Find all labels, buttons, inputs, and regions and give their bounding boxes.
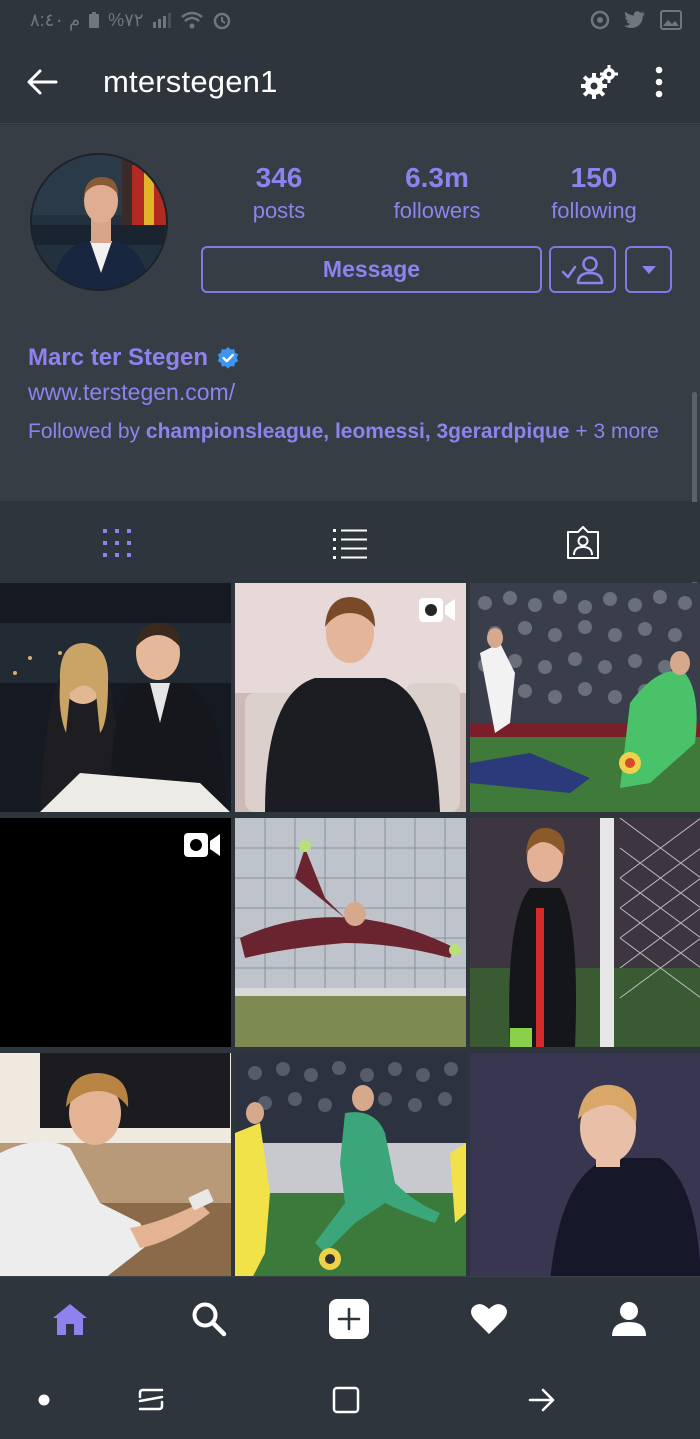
avatar-photo xyxy=(32,155,166,289)
stat-following-value: 150 xyxy=(570,162,618,193)
profile-full-name: Marc ter Stegen xyxy=(28,344,240,372)
recent-apps-button[interactable] xyxy=(131,1380,171,1420)
nav-home-button[interactable] xyxy=(48,1297,92,1341)
back-button[interactable] xyxy=(22,64,62,100)
arrow-left-icon xyxy=(27,69,58,95)
post-image xyxy=(0,1053,231,1282)
message-button[interactable]: Message xyxy=(201,246,542,293)
battery-percent: %٧٢ xyxy=(108,9,144,30)
caret-down-icon xyxy=(641,265,656,274)
recent-apps-icon xyxy=(138,1388,164,1411)
grid-icon xyxy=(103,529,131,557)
suggestions-dropdown-button[interactable] xyxy=(625,246,672,293)
signal-icon xyxy=(152,13,171,28)
stat-following-label: following xyxy=(551,198,637,223)
vertical-dots-icon xyxy=(655,66,663,98)
add-post-icon xyxy=(329,1299,369,1339)
followed-by-users: championsleague, leomessi, 3gerardpique xyxy=(145,420,570,443)
nav-activity-button[interactable] xyxy=(467,1297,511,1341)
profile-website-link[interactable]: www.terstegen.com/ xyxy=(28,379,235,406)
post-image xyxy=(470,583,700,812)
settings-button[interactable] xyxy=(578,62,622,102)
tab-tagged[interactable] xyxy=(560,520,606,566)
twitter-icon xyxy=(624,11,645,28)
nav-add-post-button[interactable] xyxy=(327,1297,371,1341)
stat-posts[interactable]: 346 posts xyxy=(199,161,359,227)
search-icon xyxy=(192,1302,227,1337)
view-tabs xyxy=(0,502,700,582)
nav-profile-button[interactable] xyxy=(607,1297,651,1341)
nav-search-button[interactable] xyxy=(187,1297,231,1341)
home-button[interactable] xyxy=(326,1380,366,1420)
home-icon xyxy=(53,1304,87,1335)
stat-followers[interactable]: 6.3m followers xyxy=(357,161,517,227)
battery-icon xyxy=(89,12,100,28)
tagged-person-icon xyxy=(567,526,599,559)
followed-by-suffix: + 3 more xyxy=(569,420,659,443)
video-icon xyxy=(184,833,220,857)
video-icon xyxy=(419,598,455,622)
profile-username: mterstegen1 xyxy=(103,64,278,99)
posts-grid xyxy=(0,583,700,1282)
post-thumbnail[interactable] xyxy=(0,1053,231,1282)
gear-icon xyxy=(581,65,618,99)
post-thumbnail[interactable] xyxy=(470,818,700,1047)
record-icon xyxy=(590,10,610,30)
heart-icon xyxy=(471,1304,507,1334)
person-check-icon xyxy=(561,255,603,284)
alarm-icon xyxy=(213,12,230,30)
post-image xyxy=(470,818,700,1047)
followed-by-prefix: Followed by xyxy=(28,420,146,443)
post-image xyxy=(470,1053,700,1282)
stat-followers-value: 6.3m xyxy=(405,162,469,193)
status-right xyxy=(590,10,682,30)
stat-followers-label: followers xyxy=(393,198,481,223)
tab-list[interactable] xyxy=(327,520,373,566)
post-thumbnail[interactable] xyxy=(235,583,466,812)
post-thumbnail[interactable] xyxy=(0,818,231,1047)
profile-section: 346 posts 6.3m followers 150 following M… xyxy=(0,125,700,501)
verified-badge-icon xyxy=(217,347,239,369)
profile-header: mterstegen1 xyxy=(0,40,700,124)
followed-by-text[interactable]: Followed by championsleague, leomessi, 3… xyxy=(28,418,668,445)
bottom-navigation xyxy=(0,1276,700,1360)
post-image xyxy=(235,1053,466,1282)
stat-posts-label: posts xyxy=(252,198,306,223)
status-left: م ٨:٤٠ %٧٢ xyxy=(30,10,232,31)
full-name-text: Marc ter Stegen xyxy=(28,344,209,371)
post-thumbnail[interactable] xyxy=(470,1053,700,1282)
avatar[interactable] xyxy=(30,153,168,291)
post-image xyxy=(235,818,466,1047)
profile-icon xyxy=(612,1302,646,1336)
back-arrow-icon xyxy=(528,1388,555,1412)
post-image xyxy=(0,583,231,812)
post-thumbnail[interactable] xyxy=(235,818,466,1047)
gallery-icon xyxy=(660,10,682,30)
stat-posts-value: 346 xyxy=(255,162,303,193)
dot-icon xyxy=(38,1394,50,1406)
system-navigation-bar xyxy=(0,1360,700,1439)
more-options-button[interactable] xyxy=(642,62,676,102)
post-thumbnail[interactable] xyxy=(0,583,231,812)
system-dot-button[interactable] xyxy=(24,1380,64,1420)
status-time: م ٨:٤٠ xyxy=(30,9,81,30)
status-bar: م ٨:٤٠ %٧٢ xyxy=(0,0,700,40)
stat-following[interactable]: 150 following xyxy=(514,161,674,227)
list-icon xyxy=(333,529,367,559)
back-button-system[interactable] xyxy=(522,1380,562,1420)
post-thumbnail[interactable] xyxy=(235,1053,466,1282)
following-status-button[interactable] xyxy=(549,246,616,293)
tab-grid[interactable] xyxy=(94,520,140,566)
wifi-icon xyxy=(180,11,203,29)
post-thumbnail[interactable] xyxy=(470,583,700,812)
home-square-icon xyxy=(332,1386,360,1414)
